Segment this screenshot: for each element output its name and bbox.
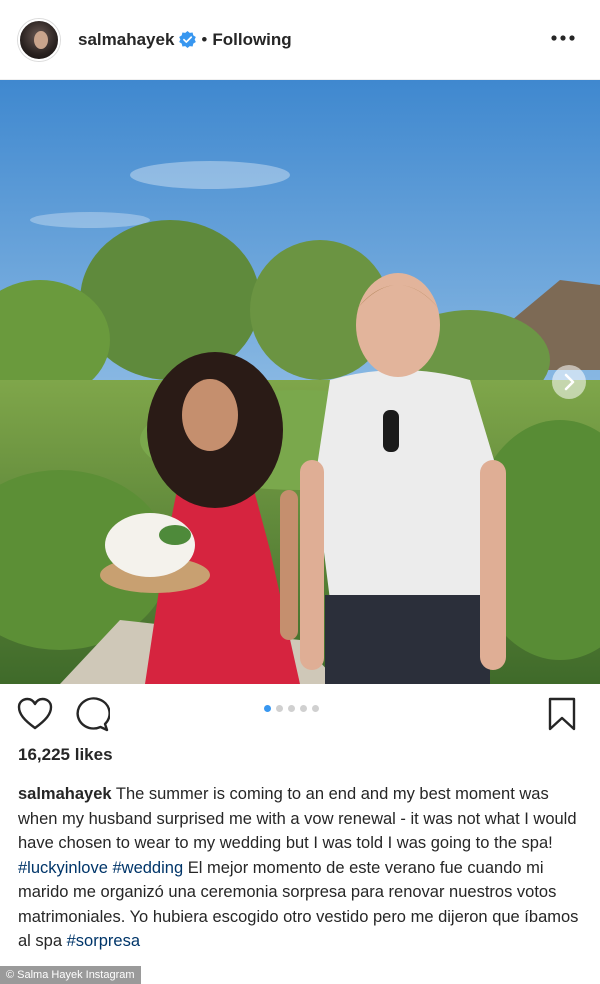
post-caption: salmahayek The summer is coming to an en… [18,782,584,954]
carousel-dot [312,705,319,712]
heart-icon[interactable] [16,696,54,732]
likes-count[interactable]: 16,225 likes [18,745,113,765]
image-credit: © Salma Hayek Instagram [0,966,141,984]
more-horizontal-icon[interactable] [550,28,576,48]
carousel-next-button[interactable] [552,365,586,399]
caption-username[interactable]: salmahayek [18,785,112,803]
following-button[interactable]: Following [212,30,291,50]
comment-icon[interactable] [72,696,110,732]
chevron-right-icon [564,373,575,391]
carousel-dot [288,705,295,712]
carousel-dot [276,705,283,712]
carousel-dot [264,705,271,712]
action-bar [0,690,600,740]
username-link[interactable]: salmahayek [78,30,174,50]
hashtag-link[interactable]: #wedding [112,859,183,877]
verified-badge-icon [179,31,197,48]
post-header: salmahayek • Following [0,0,600,80]
carousel-dot [300,705,307,712]
carousel-indicator [264,705,319,712]
photo-illustration [0,80,600,684]
avatar[interactable] [18,18,60,61]
bookmark-icon[interactable] [546,696,578,732]
hashtag-link[interactable]: #sorpresa [67,932,140,950]
post-photo[interactable] [0,80,600,684]
separator-dot: • [201,29,208,49]
hashtag-link[interactable]: #luckyinlove [18,859,108,877]
